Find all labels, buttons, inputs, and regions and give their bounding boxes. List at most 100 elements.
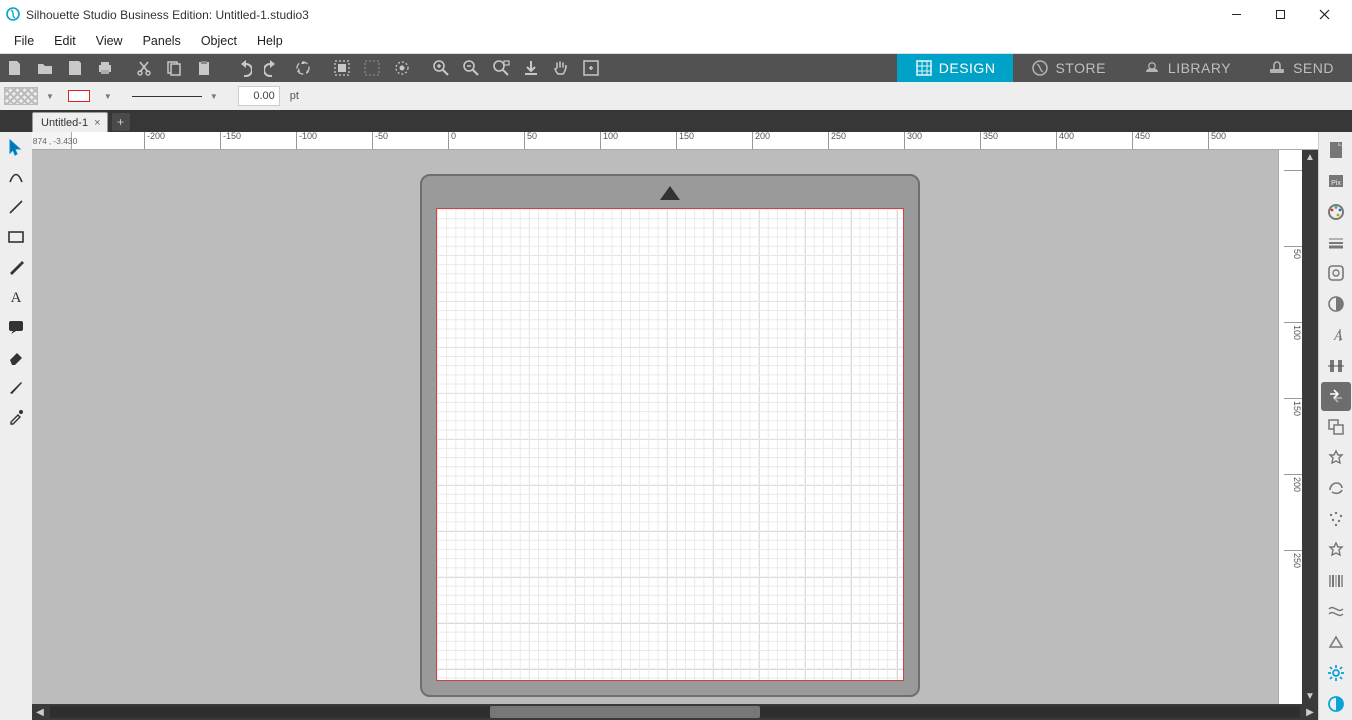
ruler-v-tick [1284,170,1302,173]
rectangle-tool[interactable] [1,222,31,252]
page-setup-icon[interactable] [1321,136,1351,165]
knife-tool[interactable] [1,372,31,402]
ruler-v-tick: 250 [1284,550,1302,568]
maximize-button[interactable] [1258,0,1302,28]
transform-icon[interactable] [1321,382,1351,411]
new-file-button[interactable] [0,54,30,82]
ruler-h-tick: 300 [904,132,922,149]
rhinestone-icon[interactable] [1321,536,1351,565]
group-select-button[interactable] [387,54,417,82]
text-tool[interactable]: A [1,282,31,312]
ruler-h-tick: 400 [1056,132,1074,149]
fill-color-icon[interactable] [1321,197,1351,226]
modify-icon[interactable] [1321,443,1351,472]
recycle-button[interactable] [288,54,318,82]
ruler-vertical[interactable]: 50100150200250 [1278,150,1302,704]
align-icon[interactable] [1321,351,1351,380]
ruler-v-tick: 200 [1284,474,1302,492]
redo-button[interactable] [258,54,288,82]
canvas-viewport[interactable] [32,150,1278,704]
barcode-icon[interactable] [1321,566,1351,595]
scroll-down-icon[interactable]: ▼ [1305,691,1315,702]
trace-icon[interactable] [1321,290,1351,319]
nav-tab-library-label: LIBRARY [1168,60,1231,76]
line-style-preview[interactable] [132,89,202,103]
text-style-icon[interactable]: A [1321,320,1351,349]
ruler-origin-readout: 1.874,-3.430 [32,132,72,150]
offset-icon[interactable] [1321,474,1351,503]
menu-edit[interactable]: Edit [44,32,86,50]
stroke-weight-input[interactable]: 0.00 [238,86,280,106]
menu-view[interactable]: View [86,32,133,50]
right-panel-toolbar: Pix A [1318,132,1352,720]
scroll-left-icon[interactable]: ◀ [32,704,48,720]
deselect-button[interactable] [357,54,387,82]
nav-tab-send-label: SEND [1293,60,1334,76]
select-all-button[interactable] [327,54,357,82]
svg-text:Pix: Pix [1331,180,1341,187]
save-file-button[interactable] [60,54,90,82]
app-logo-icon [6,7,20,21]
ruler-horizontal[interactable]: 1.874,-3.430 -200-150-100-50050100150200… [32,132,1318,150]
nav-tabs: DESIGN STORE LIBRARY SEND [897,54,1352,82]
line-color-dropdown-icon[interactable]: ▼ [100,92,116,101]
replicate-icon[interactable] [1321,413,1351,442]
settings-gear-icon[interactable] [1321,658,1351,687]
zoom-selection-button[interactable] [486,54,516,82]
menu-help[interactable]: Help [247,32,293,50]
draw-tool[interactable] [1,252,31,282]
ruler-h-tick: -200 [144,132,165,149]
line-style-icon[interactable] [1321,228,1351,257]
themes-icon[interactable] [1321,689,1351,718]
zoom-out-button[interactable] [456,54,486,82]
fit-page-button[interactable] [576,54,606,82]
nav-tab-store[interactable]: STORE [1013,54,1123,82]
nav-tab-send[interactable]: SEND [1249,54,1352,82]
document-tab[interactable]: Untitled-1 × [32,112,108,132]
hscroll-track[interactable] [50,706,1300,718]
line-color-swatch[interactable] [62,87,96,105]
edit-points-tool[interactable] [1,162,31,192]
sketch-icon[interactable] [1321,597,1351,626]
select-tool[interactable] [1,132,31,162]
menu-panels[interactable]: Panels [133,32,191,50]
ruler-h-tick: -100 [296,132,317,149]
horizontal-scrollbar[interactable]: ◀ ▶ [32,704,1318,720]
image-effects-icon[interactable] [1321,259,1351,288]
eyedropper-tool[interactable] [1,402,31,432]
line-tool[interactable] [1,192,31,222]
menu-file[interactable]: File [4,32,44,50]
scroll-right-icon[interactable]: ▶ [1302,704,1318,720]
open-file-button[interactable] [30,54,60,82]
stipple-icon[interactable] [1321,505,1351,534]
zoom-fit-button[interactable] [516,54,546,82]
vertical-scrollbar[interactable]: ▲ ▼ [1302,150,1318,704]
scroll-up-icon[interactable]: ▲ [1305,152,1315,163]
zoom-in-button[interactable] [426,54,456,82]
add-document-tab-button[interactable]: + [112,113,130,131]
pixscan-icon[interactable]: Pix [1321,167,1351,196]
eraser-tool[interactable] [1,342,31,372]
fill-pattern-swatch[interactable] [4,87,38,105]
paste-button[interactable] [189,54,219,82]
print-button[interactable] [90,54,120,82]
close-button[interactable] [1302,0,1346,28]
cut-button[interactable] [129,54,159,82]
nav-tab-design[interactable]: DESIGN [897,54,1014,82]
hscroll-thumb[interactable] [490,706,760,718]
ruler-v-tick: 100 [1284,322,1302,340]
tiling-icon[interactable] [1321,628,1351,657]
document-tab-label: Untitled-1 [41,117,88,129]
undo-button[interactable] [228,54,258,82]
copy-button[interactable] [159,54,189,82]
fill-pattern-dropdown-icon[interactable]: ▼ [42,92,58,101]
document-tab-close-icon[interactable]: × [94,117,100,129]
canvas-area: 1.874,-3.430 -200-150-100-50050100150200… [32,132,1318,720]
note-tool[interactable] [1,312,31,342]
minimize-button[interactable] [1214,0,1258,28]
menu-object[interactable]: Object [191,32,247,50]
design-page[interactable] [436,208,904,681]
nav-tab-library[interactable]: LIBRARY [1124,54,1249,82]
line-style-dropdown-icon[interactable]: ▼ [206,92,222,101]
pan-button[interactable] [546,54,576,82]
